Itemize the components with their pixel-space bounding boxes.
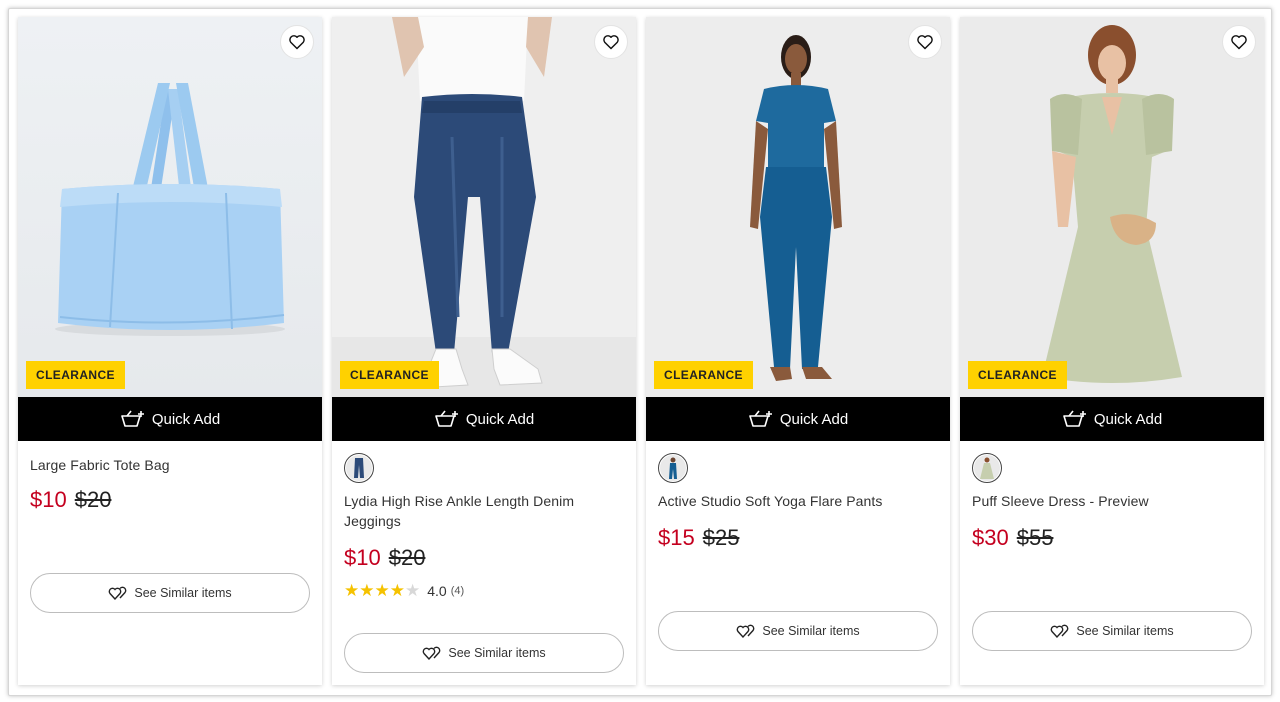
wishlist-button[interactable]	[594, 25, 628, 59]
product-price: $10 $20	[344, 545, 425, 571]
original-price: $55	[1016, 525, 1054, 550]
see-similar-button[interactable]: See Similar items	[972, 611, 1252, 651]
product-card[interactable]: CLEARANCE Quick Add Puff Sleeve Dress - …	[960, 17, 1264, 685]
clearance-badge: CLEARANCE	[340, 361, 439, 389]
see-similar-label: See Similar items	[1076, 624, 1174, 638]
quick-add-button[interactable]: Quick Add	[960, 397, 1264, 441]
product-info: Puff Sleeve Dress - Preview $30 $55 See …	[960, 441, 1264, 685]
see-similar-button[interactable]: See Similar items	[30, 573, 310, 613]
product-name[interactable]: Large Fabric Tote Bag	[30, 455, 310, 475]
rating-value: 4.0	[427, 582, 447, 599]
product-price: $10 $20	[30, 487, 111, 513]
rating-count: (4)	[450, 584, 465, 597]
product-image[interactable]: CLEARANCE	[18, 17, 322, 397]
product-image[interactable]: CLEARANCE	[646, 17, 950, 397]
heart-outline-icon	[917, 35, 933, 50]
product-image[interactable]: CLEARANCE	[332, 17, 636, 397]
basket-plus-icon	[121, 410, 144, 427]
basket-plus-icon	[749, 410, 772, 427]
original-price: $25	[702, 525, 740, 550]
basket-plus-icon	[435, 410, 458, 427]
similar-hearts-icon	[1051, 624, 1069, 639]
product-card[interactable]: CLEARANCE Quick Add Active Studio Soft Y…	[646, 17, 950, 685]
quick-add-button[interactable]: Quick Add	[332, 397, 636, 441]
heart-outline-icon	[289, 35, 305, 50]
quick-add-label: Quick Add	[1093, 410, 1163, 428]
clearance-badge: CLEARANCE	[654, 361, 753, 389]
star-icon: ★	[405, 581, 420, 600]
see-similar-button[interactable]: See Similar items	[658, 611, 938, 651]
see-similar-label: See Similar items	[762, 624, 860, 638]
sale-price: $30	[972, 525, 1009, 550]
star-icon: ★	[389, 581, 405, 600]
product-name[interactable]: Puff Sleeve Dress - Preview	[972, 491, 1252, 511]
jeggings-photo	[332, 17, 636, 397]
color-swatch[interactable]	[972, 453, 1002, 483]
similar-hearts-icon	[423, 646, 441, 661]
color-swatch[interactable]	[344, 453, 374, 483]
star-icon: ★	[374, 581, 390, 600]
see-similar-label: See Similar items	[448, 646, 546, 660]
quick-add-button[interactable]: Quick Add	[18, 397, 322, 441]
product-grid: CLEARANCE Quick Add Large Fabric Tote Ba…	[18, 17, 1264, 685]
product-info: Lydia High Rise Ankle Length Denim Jeggi…	[332, 441, 636, 685]
quick-add-label: Quick Add	[151, 410, 221, 428]
see-similar-label: See Similar items	[134, 586, 232, 600]
product-info: Active Studio Soft Yoga Flare Pants $15 …	[646, 441, 950, 685]
product-price: $15 $25	[658, 525, 739, 551]
original-price: $20	[388, 545, 426, 570]
quick-add-label: Quick Add	[465, 410, 535, 428]
product-info: Large Fabric Tote Bag $10 $20 See Simila…	[18, 441, 322, 685]
product-image[interactable]: CLEARANCE	[960, 17, 1264, 397]
sale-price: $15	[658, 525, 695, 550]
tote-bag-photo	[18, 17, 322, 397]
original-price: $20	[74, 487, 112, 512]
heart-outline-icon	[1231, 35, 1247, 50]
quick-add-label: Quick Add	[779, 410, 849, 428]
color-swatch[interactable]	[658, 453, 688, 483]
star-icon: ★	[344, 581, 359, 600]
clearance-badge: CLEARANCE	[26, 361, 125, 389]
product-price: $30 $55	[972, 525, 1053, 551]
heart-outline-icon	[603, 35, 619, 50]
clearance-badge: CLEARANCE	[968, 361, 1067, 389]
product-card[interactable]: CLEARANCE Quick Add Lydia High Rise Ankl…	[332, 17, 636, 685]
star-icon: ★	[359, 581, 374, 600]
yoga-pants-photo	[646, 17, 950, 397]
basket-plus-icon	[1063, 410, 1086, 427]
product-name[interactable]: Lydia High Rise Ankle Length Denim Jeggi…	[344, 491, 624, 531]
puff-sleeve-dress-photo	[960, 17, 1264, 397]
product-card[interactable]: CLEARANCE Quick Add Large Fabric Tote Ba…	[18, 17, 322, 685]
product-grid-frame: CLEARANCE Quick Add Large Fabric Tote Ba…	[8, 8, 1272, 696]
wishlist-button[interactable]	[1222, 25, 1256, 59]
sale-price: $10	[30, 487, 67, 512]
similar-hearts-icon	[109, 586, 127, 601]
wishlist-button[interactable]	[908, 25, 942, 59]
product-rating[interactable]: ★ ★ ★ ★ ★ 4.0 (4)	[344, 582, 464, 599]
see-similar-button[interactable]: See Similar items	[344, 633, 624, 673]
wishlist-button[interactable]	[280, 25, 314, 59]
sale-price: $10	[344, 545, 381, 570]
quick-add-button[interactable]: Quick Add	[646, 397, 950, 441]
rating-stars: ★ ★ ★ ★ ★	[344, 581, 420, 600]
similar-hearts-icon	[737, 624, 755, 639]
product-name[interactable]: Active Studio Soft Yoga Flare Pants	[658, 491, 938, 511]
